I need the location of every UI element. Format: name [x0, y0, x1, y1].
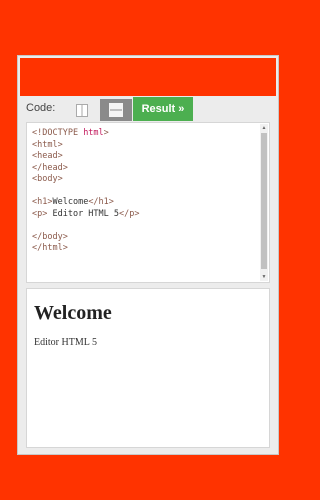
scroll-thumb[interactable]	[261, 133, 267, 269]
code-tag: </p>	[119, 208, 140, 219]
preview-heading: Welcome	[34, 302, 112, 324]
code-tag: </head>	[32, 162, 68, 173]
split-columns-button[interactable]	[66, 99, 98, 121]
preview-paragraph: Editor HTML 5	[34, 337, 97, 348]
code-tag: </h1>	[88, 197, 114, 207]
code-lines[interactable]: <!DOCTYPE html> <html> <head> </head> <body>…	[32, 128, 140, 255]
code-line: <h1>Welcome</h1>	[32, 197, 140, 209]
code-tag: </body>	[32, 231, 68, 242]
code-tag: <h1>	[32, 197, 53, 207]
result-button[interactable]: Result »	[133, 97, 193, 121]
editor-frame: Code: Result » <!DOCTYPE html> <html> <hea…	[17, 55, 279, 455]
code-tag: <!DOCTYPE	[32, 128, 84, 138]
toolbar: Code: Result »	[20, 97, 276, 121]
code-line: <body>	[32, 174, 140, 186]
code-text: Editor HTML 5	[47, 208, 120, 219]
scroll-down-icon[interactable]: ▼	[260, 273, 268, 281]
split-columns-icon	[76, 103, 88, 117]
code-tag: >	[103, 128, 109, 138]
code-text: Welcome	[52, 197, 89, 207]
code-scrollbar[interactable]: ▲ ▼	[260, 124, 268, 281]
code-tag: <body>	[32, 174, 63, 184]
scroll-up-icon[interactable]: ▲	[260, 124, 268, 132]
code-keyword: html	[83, 128, 104, 138]
code-tag: <html>	[32, 139, 63, 150]
code-line: <head>	[32, 151, 140, 163]
code-line: <p> Editor HTML 5</p>	[32, 209, 140, 221]
split-rows-button[interactable]	[100, 99, 132, 121]
code-tag: <p>	[32, 208, 48, 219]
result-preview: Welcome Editor HTML 5	[26, 288, 270, 448]
code-tag: <head>	[32, 151, 63, 161]
code-label: Code:	[26, 102, 56, 114]
code-line: </body>	[32, 232, 140, 244]
code-line: <!DOCTYPE html>	[32, 128, 140, 140]
code-tag: </html>	[32, 243, 68, 253]
header-bar	[20, 58, 276, 96]
code-line: </head>	[32, 163, 140, 175]
code-editor[interactable]: <!DOCTYPE html> <html> <head> </head> <body>…	[26, 122, 270, 283]
code-line: </html>	[32, 243, 140, 255]
code-line: <html>	[32, 140, 140, 152]
split-rows-icon	[109, 103, 123, 117]
